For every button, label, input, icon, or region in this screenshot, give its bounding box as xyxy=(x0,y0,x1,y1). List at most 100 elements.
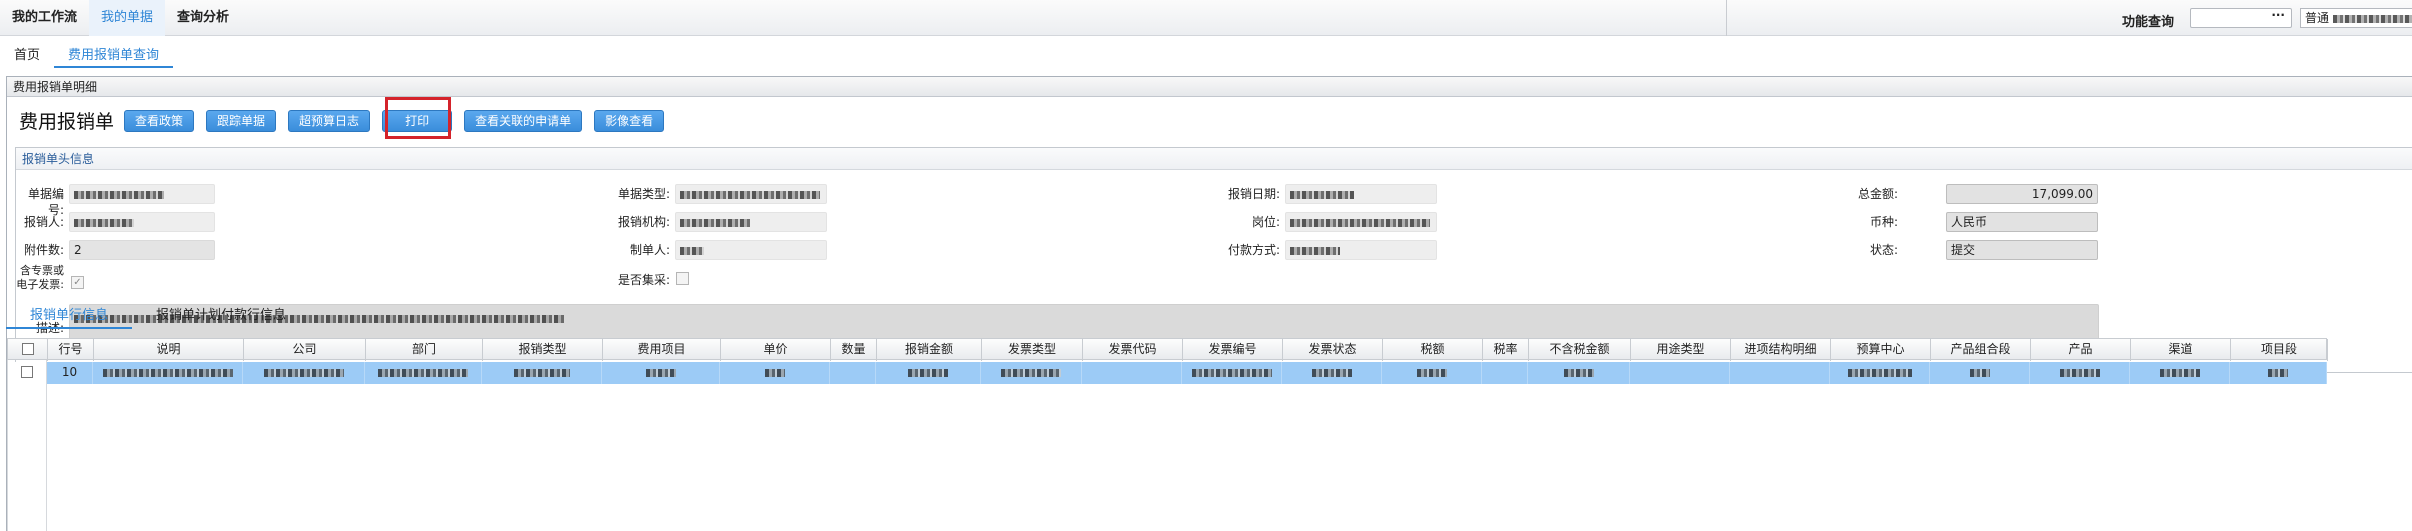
col-header[interactable]: 公司 xyxy=(244,339,366,361)
col-header[interactable]: 产品组合段 xyxy=(1931,339,2031,361)
col-header[interactable]: 数量 xyxy=(831,339,877,361)
tab-home[interactable]: 首页 xyxy=(0,44,54,68)
col-header[interactable]: 发票状态 xyxy=(1283,339,1383,361)
col-header[interactable]: 进项结构明细 xyxy=(1731,339,1831,361)
grid-cell[interactable] xyxy=(1082,362,1182,384)
col-header[interactable]: 税率 xyxy=(1483,339,1529,361)
col-header[interactable]: 不含税金额 xyxy=(1529,339,1631,361)
line-tabs: 报销单行信息 报销单计划付款行信息 xyxy=(6,305,310,329)
attachments-label: 附件数: xyxy=(23,243,64,257)
grid-cell[interactable] xyxy=(2130,362,2230,384)
grid-cell[interactable] xyxy=(1282,362,1382,384)
grid-cell[interactable] xyxy=(1382,362,1482,384)
creator-label: 制单人: xyxy=(629,243,670,257)
doc-type-label: 单据类型: xyxy=(617,187,670,201)
col-header[interactable]: 发票类型 xyxy=(982,339,1083,361)
grid-cell[interactable] xyxy=(981,362,1082,384)
redacted-text xyxy=(1290,246,1340,255)
redacted-text xyxy=(513,368,570,377)
col-header[interactable]: 行号 xyxy=(48,339,94,361)
grid-cell[interactable] xyxy=(93,362,243,384)
redacted-text xyxy=(2059,368,2100,377)
function-search-input[interactable]: ··· xyxy=(2190,8,2292,28)
view-related-request-button[interactable]: 查看关联的申请单 xyxy=(464,109,583,132)
table-row[interactable]: 10 xyxy=(7,362,2327,384)
special-invoice-checkbox[interactable]: ✓ xyxy=(71,276,84,289)
position-label: 岗位: xyxy=(1251,215,1280,229)
user-info-box[interactable]: 普通 xyxy=(2300,8,2412,28)
org-field xyxy=(675,212,827,232)
attachments-field[interactable]: 2 xyxy=(69,240,215,260)
nav-tab-my-documents[interactable]: 我的单据 xyxy=(89,0,166,36)
image-view-button[interactable]: 影像查看 xyxy=(594,109,665,132)
grid-cell[interactable] xyxy=(482,362,602,384)
grid-cell[interactable] xyxy=(1528,362,1630,384)
redacted-text xyxy=(74,218,134,227)
grid-cell[interactable] xyxy=(830,362,876,384)
grid-cell[interactable] xyxy=(1630,362,1730,384)
col-header[interactable]: 税额 xyxy=(1383,339,1483,361)
line-no-cell[interactable]: 10 xyxy=(47,362,93,384)
grid-header: 行号 说明 公司 部门 报销类型 费用项目 单价 数量 报销金额 发票类型 发票… xyxy=(7,338,2328,361)
col-header[interactable]: 说明 xyxy=(94,339,244,361)
grid-cell[interactable] xyxy=(1482,362,1528,384)
redacted-text xyxy=(2268,368,2288,377)
grid-cell[interactable] xyxy=(243,362,365,384)
grid-cell[interactable] xyxy=(365,362,482,384)
select-all-checkbox[interactable] xyxy=(21,342,34,355)
col-header[interactable]: 报销金额 xyxy=(877,339,982,361)
select-all-cell[interactable] xyxy=(8,339,48,361)
redacted-text xyxy=(2332,14,2412,23)
creator-field xyxy=(675,240,827,260)
grid-cell[interactable] xyxy=(2230,362,2327,384)
payment-field xyxy=(1285,240,1437,260)
grid-cell[interactable] xyxy=(876,362,981,384)
track-document-button[interactable]: 跟踪单据 xyxy=(206,109,277,132)
print-highlight-box xyxy=(385,97,451,139)
grid-body-column xyxy=(7,360,47,531)
col-header[interactable]: 部门 xyxy=(366,339,483,361)
grid-cell[interactable] xyxy=(720,362,830,384)
redacted-text xyxy=(1001,368,1061,377)
grid-cell[interactable] xyxy=(1930,362,2030,384)
col-header[interactable]: 发票编号 xyxy=(1183,339,1283,361)
grid-cell[interactable] xyxy=(1730,362,1830,384)
col-header[interactable]: 渠道 xyxy=(2131,339,2231,361)
col-header[interactable]: 产品 xyxy=(2031,339,2131,361)
col-header[interactable]: 项目段 xyxy=(2231,339,2328,361)
redacted-text xyxy=(1290,190,1354,199)
centralized-checkbox[interactable] xyxy=(676,272,689,285)
nav-tab-query-analysis[interactable]: 查询分析 xyxy=(165,0,241,36)
form-title: 费用报销单 xyxy=(19,111,115,133)
date-label: 报销日期: xyxy=(1227,187,1280,201)
nav-tab-workflow[interactable]: 我的工作流 xyxy=(0,0,89,36)
top-tabs: 我的工作流 我的单据 查询分析 xyxy=(0,0,1727,36)
tab-expense-query[interactable]: 费用报销单查询 xyxy=(54,44,174,68)
redacted-text xyxy=(263,368,344,377)
grid-cell[interactable] xyxy=(602,362,720,384)
currency-field: 人民币 xyxy=(1946,212,2098,232)
grid-cell[interactable] xyxy=(2030,362,2130,384)
tab-line-info[interactable]: 报销单行信息 xyxy=(6,305,133,329)
function-search-label: 功能查询 xyxy=(2122,15,2175,30)
expense-detail-panel: 费用报销单明细 费用报销单 查看政策 跟踪单据 超预算日志 打印 查看关联的申请… xyxy=(6,76,2412,531)
col-header[interactable]: 报销类型 xyxy=(483,339,603,361)
top-navigation: 我的工作流 我的单据 查询分析 功能查询 ··· 普通 xyxy=(0,0,2412,36)
redacted-text xyxy=(102,368,233,377)
col-header[interactable]: 发票代码 xyxy=(1083,339,1183,361)
over-budget-log-button[interactable]: 超预算日志 xyxy=(288,109,371,132)
form-toolbar: 费用报销单 查看政策 跟踪单据 超预算日志 打印 查看关联的申请单 影像查看 xyxy=(19,107,676,134)
col-header[interactable]: 用途类型 xyxy=(1631,339,1731,361)
more-options-icon[interactable]: ··· xyxy=(2271,8,2285,22)
col-header[interactable]: 预算中心 xyxy=(1831,339,1931,361)
view-policy-button[interactable]: 查看政策 xyxy=(124,109,195,132)
status-label: 状态: xyxy=(1869,243,1898,257)
grid-cell[interactable] xyxy=(1830,362,1930,384)
redacted-text xyxy=(908,368,948,377)
org-label: 报销机构: xyxy=(617,215,670,229)
col-header[interactable]: 单价 xyxy=(721,339,831,361)
redacted-text xyxy=(764,368,785,377)
grid-cell[interactable] xyxy=(1182,362,1282,384)
tab-payment-plan[interactable]: 报销单计划付款行信息 xyxy=(132,305,310,329)
col-header[interactable]: 费用项目 xyxy=(603,339,721,361)
